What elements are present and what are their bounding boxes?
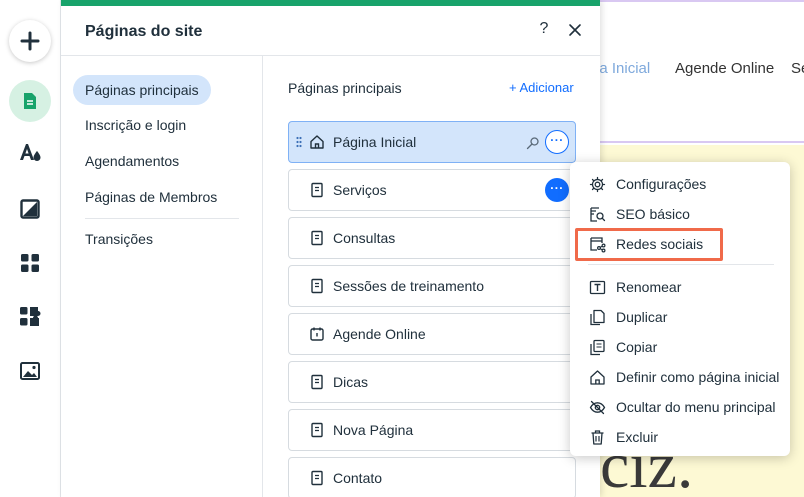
duplicate-icon — [590, 309, 605, 326]
seo-icon — [590, 207, 606, 222]
more-icon: ··· — [550, 133, 564, 147]
menu-item-label: SEO básico — [616, 206, 690, 222]
page-icon — [24, 93, 36, 109]
menu-item-renomear[interactable]: Renomear — [570, 272, 790, 302]
menu-item-duplicar[interactable]: Duplicar — [570, 302, 790, 332]
page-icon — [311, 374, 323, 390]
highlight-annotation — [575, 228, 723, 261]
section-heading: Páginas principais — [288, 80, 402, 96]
calendar-icon — [310, 327, 324, 341]
panel-nav: Páginas principais Inscrição e login Age… — [61, 56, 263, 497]
drag-handle-icon[interactable] — [296, 136, 302, 148]
trash-icon — [591, 430, 604, 445]
page-label: Consultas — [333, 230, 396, 246]
menu-item-seo-basico[interactable]: SEO básico — [570, 199, 790, 229]
site-nav-agende[interactable]: Agende Online — [675, 60, 774, 77]
page-label: Agende Online — [333, 326, 426, 342]
more-icon: ··· — [550, 181, 564, 195]
puzzle-icon — [20, 307, 41, 326]
page-row-agende-online[interactable]: Agende Online — [288, 313, 576, 355]
page-row-pagina-inicial[interactable]: Página Inicial ··· — [288, 121, 576, 163]
pages-button[interactable] — [9, 80, 51, 122]
home-icon — [310, 135, 324, 149]
page-label: Serviços — [333, 182, 387, 198]
page-icon — [311, 470, 323, 486]
nav-inscricao-login[interactable]: Inscrição e login — [73, 110, 198, 140]
page-row-contato[interactable]: Contato — [288, 457, 576, 497]
menu-item-label: Configurações — [616, 176, 707, 192]
apps-button[interactable] — [9, 242, 51, 284]
background-button[interactable] — [9, 188, 51, 230]
menu-item-copiar[interactable]: Copiar — [570, 332, 790, 362]
nav-paginas-principais[interactable]: Páginas principais — [73, 75, 211, 105]
page-row-servicos[interactable]: Serviços ··· — [288, 169, 576, 211]
add-elements-button[interactable] — [9, 20, 51, 62]
page-icon — [311, 278, 323, 294]
menu-item-label: Ocultar do menu principal — [616, 399, 776, 415]
page-label: Nova Página — [333, 422, 414, 438]
editor-toolbar — [0, 0, 61, 497]
page-row-nova-pagina[interactable]: Nova Página — [288, 409, 576, 451]
menu-item-ocultar-menu[interactable]: Ocultar do menu principal — [570, 392, 790, 422]
media-button[interactable] — [9, 350, 51, 392]
page-icon — [311, 182, 323, 198]
menu-item-definir-inicial[interactable]: Definir como página inicial — [570, 362, 790, 392]
plus-icon — [20, 31, 40, 51]
page-icon — [311, 230, 323, 246]
page-row-consultas[interactable]: Consultas — [288, 217, 576, 259]
page-icon — [311, 422, 323, 438]
help-button[interactable]: ? — [535, 20, 553, 38]
nav-paginas-membros[interactable]: Páginas de Membros — [73, 182, 229, 212]
page-row-sessoes[interactable]: Sessões de treinamento — [288, 265, 576, 307]
business-apps-button[interactable] — [9, 296, 51, 338]
menu-item-label: Definir como página inicial — [616, 369, 780, 385]
menu-item-label: Duplicar — [616, 309, 668, 325]
site-pages-panel: Páginas do site ? Páginas principais Ins… — [61, 0, 600, 497]
page-context-menu: Configurações SEO básico Redes sociais R… — [570, 162, 790, 456]
home-icon — [590, 370, 605, 385]
rename-icon — [589, 280, 606, 295]
menu-item-label: Renomear — [616, 279, 682, 295]
nav-agendamentos[interactable]: Agendamentos — [73, 146, 191, 176]
menu-divider — [588, 264, 774, 265]
pages-list-area: Páginas principais + Adicionar Página In… — [263, 56, 600, 497]
panel-header: Páginas do site ? — [61, 6, 600, 56]
nav-divider — [85, 218, 239, 219]
grid-icon — [21, 254, 39, 272]
menu-item-configuracoes[interactable]: Configurações — [570, 169, 790, 199]
page-row-dicas[interactable]: Dicas — [288, 361, 576, 403]
page-label: Página Inicial — [333, 134, 417, 150]
close-icon — [569, 24, 581, 36]
text-color-icon — [20, 144, 41, 161]
copy-icon — [590, 339, 605, 356]
gear-icon — [589, 176, 606, 193]
page-label: Sessões de treinamento — [333, 278, 484, 294]
image-icon — [20, 362, 40, 380]
hide-icon — [589, 400, 606, 415]
page-label: Contato — [333, 470, 383, 486]
page-label: Dicas — [333, 374, 369, 390]
close-button[interactable] — [567, 22, 585, 40]
menu-item-label: Excluir — [616, 429, 659, 445]
search-seo-icon — [526, 137, 539, 150]
add-page-button[interactable]: + Adicionar — [509, 80, 574, 95]
panel-title: Páginas do site — [85, 23, 203, 40]
nav-transicoes[interactable]: Transições — [73, 224, 165, 254]
menu-item-excluir[interactable]: Excluir — [570, 422, 790, 452]
site-nav-servicos[interactable]: Se — [791, 60, 804, 77]
page-actions-button[interactable]: ··· — [545, 130, 569, 154]
background-icon — [20, 199, 40, 219]
page-actions-button-active[interactable]: ··· — [545, 178, 569, 202]
menu-item-label: Copiar — [616, 339, 658, 355]
site-header: na Inicial Agende Online Se — [591, 0, 804, 143]
design-button[interactable] — [9, 132, 51, 174]
